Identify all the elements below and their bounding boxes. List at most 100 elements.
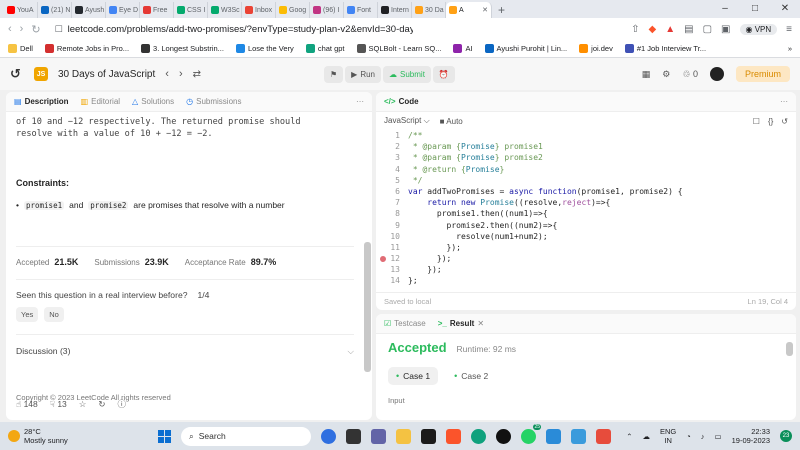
line-number[interactable]: 7	[376, 197, 408, 208]
tab-testcase[interactable]: ☑ Testcase	[384, 319, 426, 328]
browser-tab[interactable]: YouA	[4, 2, 38, 18]
browser-tab[interactable]: Goog	[276, 2, 310, 18]
browser-tab[interactable]: Ayush	[72, 2, 106, 18]
wallet-icon[interactable]: ▣	[721, 24, 730, 35]
bookmark-item[interactable]: Ayushi Purohit | Lin...	[484, 44, 567, 53]
tab-solutions[interactable]: △ Solutions	[132, 97, 174, 106]
timer-button[interactable]: ⏰	[432, 66, 455, 83]
yes-button[interactable]: Yes	[16, 307, 39, 322]
battery-icon[interactable]: ▭	[715, 432, 722, 441]
dislike-button[interactable]: ☟ 13	[50, 399, 67, 410]
code-line[interactable]: 2 * @param {Promise} promise1	[376, 141, 796, 152]
line-number[interactable]: 9	[376, 220, 408, 231]
code-line[interactable]: 1/**	[376, 130, 796, 141]
line-number[interactable]: 5	[376, 175, 408, 186]
tab-editorial[interactable]: ▥ Editorial	[81, 97, 120, 106]
shuffle-icon[interactable]: ⇄	[193, 69, 201, 80]
copilot-icon[interactable]	[321, 428, 336, 444]
tab-submissions[interactable]: ◷ Submissions	[186, 97, 241, 106]
teams-icon[interactable]	[371, 428, 386, 444]
next-problem-icon[interactable]: ›	[179, 68, 183, 80]
store-icon[interactable]	[421, 428, 436, 444]
browser-tab[interactable]: (21) N	[38, 2, 72, 18]
test-scrollbar[interactable]	[786, 342, 793, 356]
menu-icon[interactable]: ≡	[786, 24, 792, 35]
bookmark-item[interactable]: #1 Job Interview Tr...	[624, 44, 706, 53]
layout-icon[interactable]: ▦	[642, 69, 651, 80]
weather-widget[interactable]: 28°C Mostly sunny	[8, 427, 158, 445]
settings-icon[interactable]: ⚙	[662, 69, 670, 80]
minimize-icon[interactable]: –	[710, 0, 740, 18]
discussion-toggle[interactable]: Discussion (3) ⌵	[16, 334, 354, 357]
vscode-icon[interactable]	[546, 428, 561, 444]
code-line[interactable]: 5 */	[376, 175, 796, 186]
brave-icon[interactable]	[446, 428, 461, 444]
prev-problem-icon[interactable]: ‹	[165, 68, 169, 80]
back-icon[interactable]: ‹	[8, 23, 12, 35]
browser-tab[interactable]: Intern	[378, 2, 412, 18]
maximize-icon[interactable]: □	[740, 0, 770, 18]
url-field[interactable]: ☐ leetcode.com/problems/add-two-promises…	[49, 21, 419, 37]
snipping-icon[interactable]	[571, 428, 586, 444]
whatsapp-icon[interactable]: 25	[521, 423, 541, 444]
new-tab-icon[interactable]: +	[492, 2, 511, 18]
bookmark-item[interactable]: SQLBolt - Learn SQ...	[356, 44, 441, 53]
star-icon[interactable]: ☆	[79, 399, 87, 410]
task-view-icon[interactable]	[346, 428, 361, 444]
wifi-icon[interactable]: ◔	[686, 432, 691, 441]
bookmark-item[interactable]: 3. Longest Substrin...	[141, 44, 224, 53]
case-1-tab[interactable]: • Case 1	[388, 367, 439, 385]
no-button[interactable]: No	[44, 307, 64, 322]
like-button[interactable]: ☝ 148	[16, 399, 38, 410]
taskbar-search[interactable]: ⌕ Search	[181, 426, 311, 446]
bookmark-icon[interactable]: ☐	[753, 117, 760, 126]
leetcode-logo-icon[interactable]: ↺	[10, 67, 24, 81]
file-explorer-icon[interactable]	[396, 428, 411, 444]
browser-tab[interactable]: (96) I	[310, 2, 344, 18]
line-number[interactable]: 11	[376, 242, 408, 253]
chevron-up-icon[interactable]: ⌃	[626, 432, 632, 441]
reload-icon[interactable]: ↻	[31, 23, 40, 36]
braces-icon[interactable]: {}	[768, 117, 773, 126]
browser-tab[interactable]: 30 Da	[412, 2, 446, 18]
code-line[interactable]: 10 resolve(num1+num2);	[376, 231, 796, 242]
bookmark-page-icon[interactable]: ☐	[55, 24, 63, 35]
clock[interactable]: 22:33 19-09-2023	[732, 427, 770, 445]
browser-tab[interactable]: W3Sc	[208, 2, 242, 18]
code-line[interactable]: 14};	[376, 275, 796, 286]
cloud-icon[interactable]: ☁	[642, 432, 650, 441]
line-number[interactable]: 10	[376, 231, 408, 242]
forward-icon[interactable]: ›	[20, 23, 24, 35]
avatar[interactable]	[709, 67, 724, 81]
other-app-icon[interactable]	[596, 428, 611, 444]
line-number[interactable]: 14	[376, 275, 408, 286]
bookmark-item[interactable]: AI	[453, 44, 473, 53]
premium-button[interactable]: Premium	[735, 66, 790, 82]
brave-shield-icon[interactable]: ◆	[649, 24, 657, 35]
code-line[interactable]: 3 * @param {Promise} promise2	[376, 152, 796, 163]
share-icon[interactable]: ⇧	[631, 24, 639, 35]
line-number[interactable]: 6	[376, 186, 408, 197]
debug-button[interactable]: ⚑	[324, 66, 344, 83]
volume-icon[interactable]: ♪	[701, 432, 705, 441]
edge-icon[interactable]	[471, 428, 486, 444]
browser-tab[interactable]: CSS I	[174, 2, 208, 18]
code-line[interactable]: 8 promise1.then((num1)=>{	[376, 208, 796, 219]
bookmark-item[interactable]: joi.dev	[579, 44, 613, 53]
vpn-button[interactable]: ◉ VPN	[739, 23, 778, 35]
run-button[interactable]: ▶ Run	[345, 66, 382, 83]
line-number[interactable]: 13	[376, 264, 408, 275]
tab-close-icon[interactable]: ✕	[482, 6, 488, 14]
code-line[interactable]: 13 });	[376, 264, 796, 275]
reset-icon[interactable]: ↺	[781, 117, 788, 126]
tab-code[interactable]: </> Code	[384, 97, 419, 106]
windows-start-icon[interactable]	[158, 429, 171, 443]
submit-button[interactable]: ☁ Submit	[383, 66, 431, 83]
line-number[interactable]: 2	[376, 141, 408, 152]
code-line[interactable]: 7 return new Promise((resolve,reject)=>{	[376, 197, 796, 208]
case-2-tab[interactable]: • Case 2	[446, 367, 496, 385]
study-plan-title[interactable]: 30 Days of JavaScript	[58, 69, 155, 80]
code-line[interactable]: 9 promise2.then((num2)=>{	[376, 220, 796, 231]
code-line[interactable]: 11 });	[376, 242, 796, 253]
code-line[interactable]: 12 });	[376, 253, 796, 264]
